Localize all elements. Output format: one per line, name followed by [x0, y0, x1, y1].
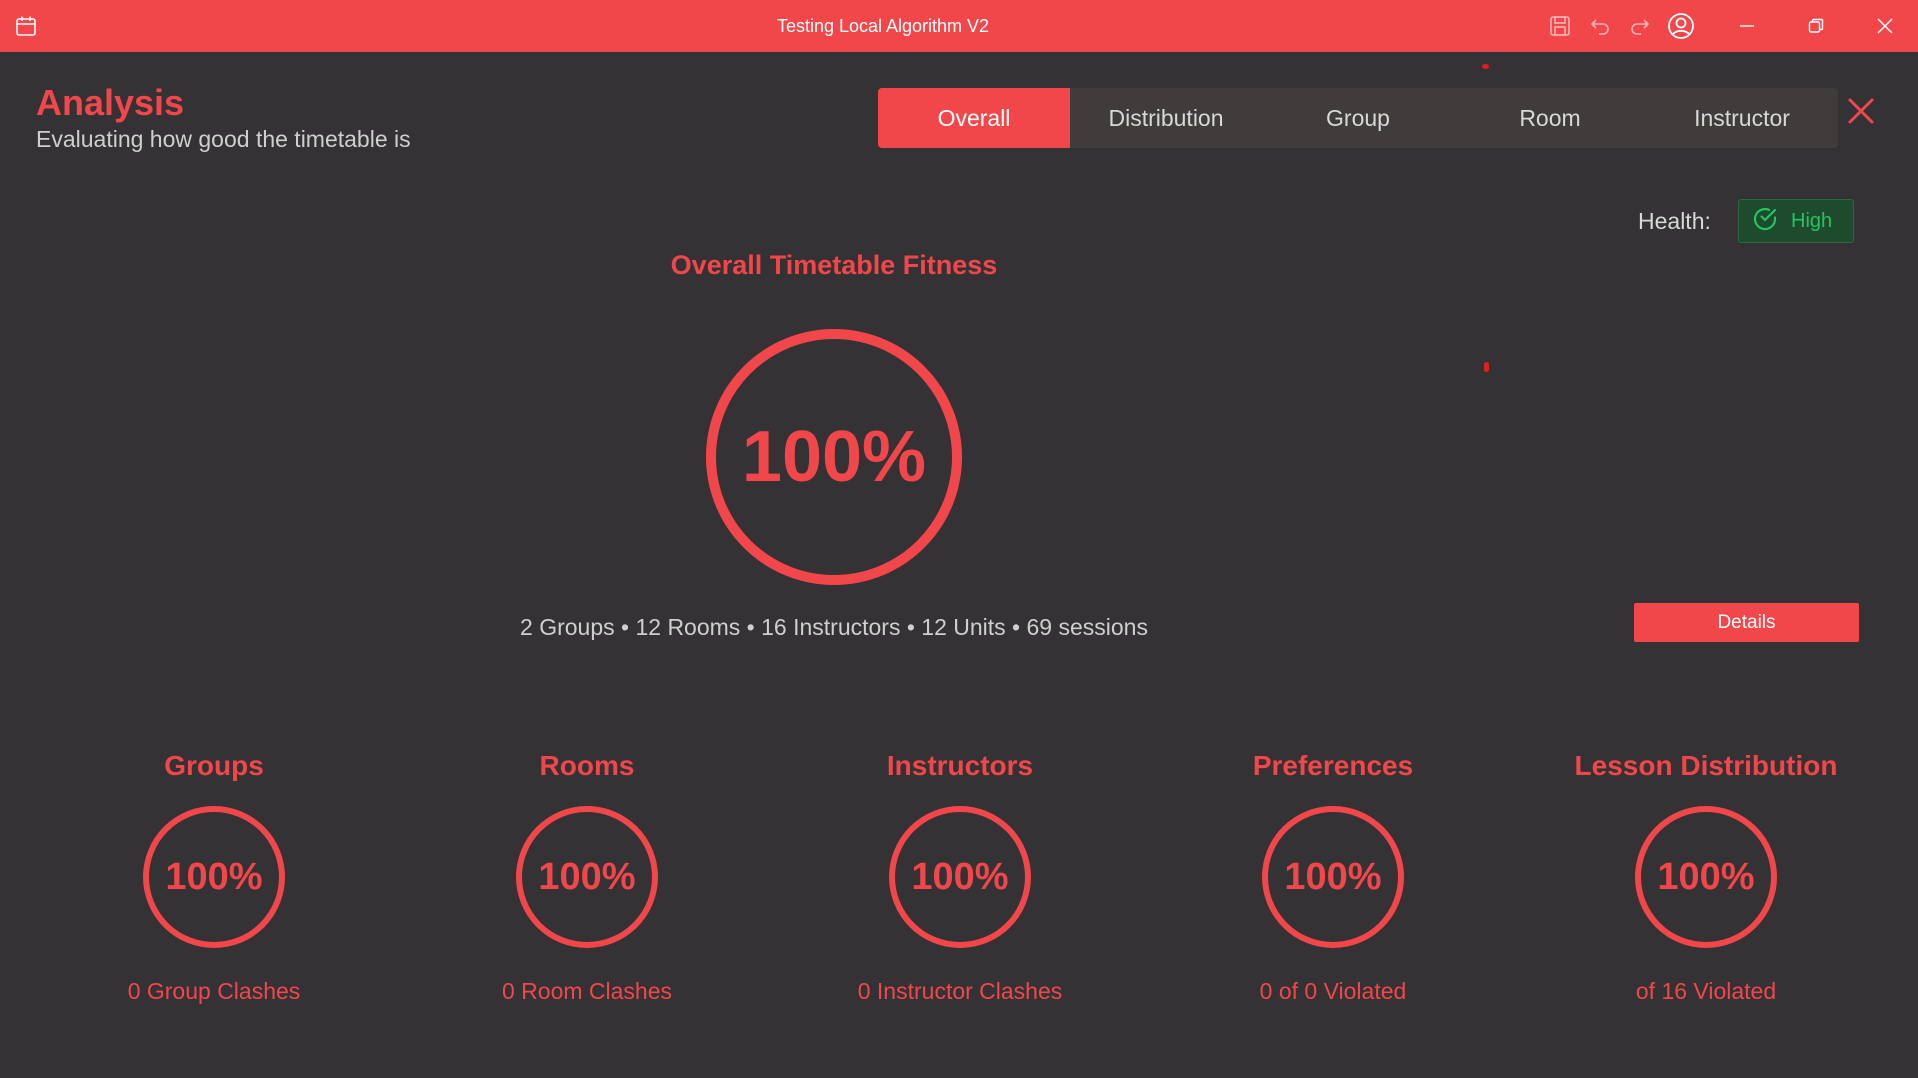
window-title: Testing Local Algorithm V2 [776, 16, 990, 36]
metric-ring: 100% [516, 806, 658, 948]
check-circle-icon [1751, 205, 1779, 238]
tab-room[interactable]: Room [1454, 88, 1646, 148]
metric-title: Lesson Distribution [1574, 750, 1838, 781]
metric-subtitle: 0 Instructor Clashes [857, 978, 1063, 1004]
metric-title: Rooms [539, 750, 635, 781]
stray-mark [1484, 362, 1489, 372]
tab-bar: Overall Distribution Group Room Instruct… [878, 88, 1838, 148]
metric-subtitle: 0 Room Clashes [501, 978, 673, 1004]
tab-overall[interactable]: Overall [878, 88, 1070, 148]
metric-percent: 100% [165, 855, 263, 898]
metric-title: Instructors [886, 750, 1034, 781]
metric-subtitle: 0 of 0 Violated [1259, 978, 1407, 1004]
health-label: Health: [1638, 208, 1711, 234]
metric-subtitle: 0 Group Clashes [127, 978, 301, 1004]
timetable-summary: 2 Groups • 12 Rooms • 16 Instructors • 1… [520, 614, 1148, 640]
stray-mark [1482, 64, 1489, 69]
redo-icon[interactable] [1625, 11, 1655, 41]
metric-title: Preferences [1252, 750, 1414, 781]
save-icon[interactable] [1545, 11, 1575, 41]
metric-ring: 100% [889, 806, 1031, 948]
health-badge: High [1738, 199, 1854, 243]
close-window-icon[interactable] [1870, 11, 1900, 41]
account-icon[interactable] [1666, 11, 1696, 41]
metric-ring: 100% [1635, 806, 1777, 948]
title-bar: Testing Local Algorithm V2 [0, 0, 1918, 52]
metric-percent: 100% [1284, 855, 1382, 898]
minimize-icon[interactable] [1732, 11, 1762, 41]
metric-ring: 100% [1262, 806, 1404, 948]
tab-distribution[interactable]: Distribution [1070, 88, 1262, 148]
restore-icon[interactable] [1801, 11, 1831, 41]
health-value: High [1791, 209, 1833, 232]
tab-group[interactable]: Group [1262, 88, 1454, 148]
overall-fitness-ring: 100% [706, 329, 962, 585]
tab-instructor[interactable]: Instructor [1646, 88, 1838, 148]
close-icon[interactable] [1846, 96, 1876, 126]
details-button[interactable]: Details [1634, 603, 1859, 642]
metric-percent: 100% [1657, 855, 1755, 898]
undo-icon[interactable] [1585, 11, 1615, 41]
overall-fitness-title: Overall Timetable Fitness [670, 250, 998, 280]
page-title: Analysis [36, 82, 185, 123]
page-subtitle: Evaluating how good the timetable is [36, 126, 411, 152]
metric-percent: 100% [538, 855, 636, 898]
metric-ring: 100% [143, 806, 285, 948]
metric-percent: 100% [911, 855, 1009, 898]
metric-subtitle: of 16 Violated [1635, 978, 1777, 1004]
overall-fitness-percent: 100% [741, 417, 927, 497]
metric-title: Groups [164, 750, 264, 781]
